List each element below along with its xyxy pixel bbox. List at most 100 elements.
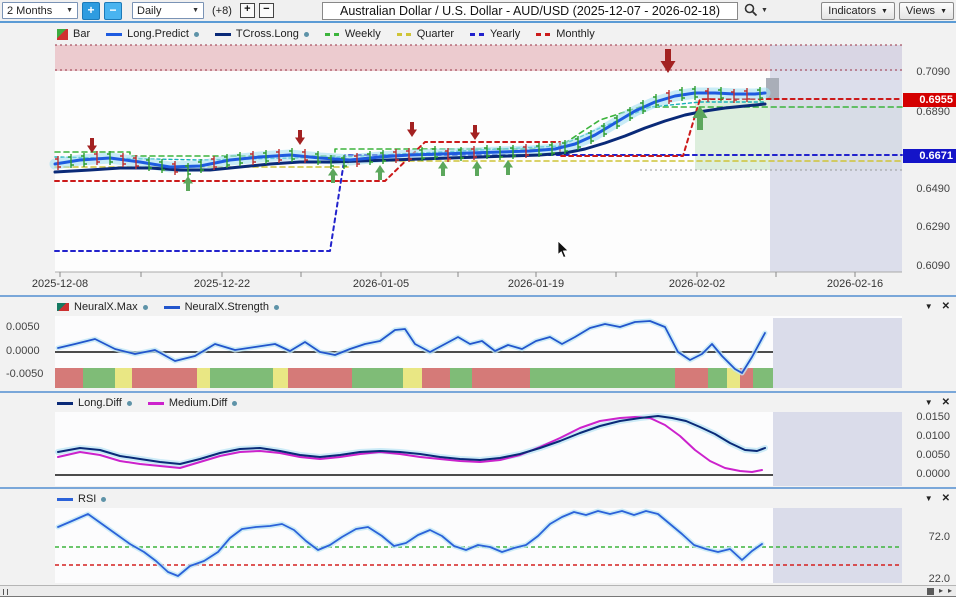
y-axis-label: 0.6890: [916, 106, 950, 119]
x-axis-label: 2026-02-16: [815, 278, 895, 290]
price-badge-yearly-level: 0.6671: [903, 149, 956, 163]
interval-select[interactable]: Daily ▼: [132, 2, 204, 19]
legend-label: Monthly: [556, 28, 595, 40]
legend-label: NeuralX.Max: [74, 301, 138, 313]
rsi-panel-chart[interactable]: [0, 489, 956, 585]
line-swatch-icon: [57, 402, 73, 405]
legend-item-long-diff[interactable]: Long.Diff: [57, 397, 132, 409]
neuralx-max-swatch-icon: [57, 303, 69, 311]
price-badge-predicted-high: 0.6955: [903, 93, 956, 107]
add-bars-button[interactable]: +: [240, 3, 255, 18]
close-panel-icon[interactable]: ✕: [942, 301, 950, 312]
range-select[interactable]: 2 Months ▼: [2, 2, 78, 19]
x-axis-label: 2025-12-22: [182, 278, 262, 290]
zoom-out-button[interactable]: −: [104, 2, 122, 20]
collapse-panel-icon[interactable]: ▼: [925, 398, 933, 407]
indicator-options-dot[interactable]: [127, 401, 132, 406]
y-axis-label: 0.0100: [916, 430, 950, 443]
dash-swatch-icon: [325, 33, 340, 36]
legend-label: Weekly: [345, 28, 381, 40]
indicator-options-dot[interactable]: [274, 305, 279, 310]
indicators-button[interactable]: Indicators ▼: [821, 2, 895, 20]
views-button-label: Views: [906, 5, 935, 17]
panel-divider[interactable]: [0, 295, 956, 297]
search-icon[interactable]: [744, 3, 758, 17]
legend-item-yearly[interactable]: Yearly: [470, 28, 520, 40]
neuralx-legend: NeuralX.Max NeuralX.Strength: [57, 301, 279, 313]
main-chart-legend: Bar Long.Predict TCross.Long Weekly Quar…: [57, 28, 595, 40]
remove-bars-button[interactable]: −: [259, 3, 274, 18]
x-axis-label: 2026-02-02: [657, 278, 737, 290]
y-axis-label: 72.0: [929, 531, 950, 544]
line-swatch-icon: [106, 33, 122, 36]
legend-item-bar[interactable]: Bar: [57, 28, 90, 40]
indicator-options-dot[interactable]: [101, 497, 106, 502]
scrollbar-thumb[interactable]: [927, 588, 934, 595]
chevron-down-icon: ▼: [192, 7, 199, 14]
indicator-options-dot[interactable]: [232, 401, 237, 406]
scroll-right-icon[interactable]: ▸: [939, 586, 943, 596]
legend-item-weekly[interactable]: Weekly: [325, 28, 381, 40]
legend-item-quarter[interactable]: Quarter: [397, 28, 454, 40]
mouse-cursor: [557, 241, 571, 259]
y-axis-label: 0.6090: [916, 260, 950, 273]
chevron-down-icon: ▼: [881, 8, 888, 15]
neuralx-panel-controls: ▼ ✕: [925, 301, 950, 312]
rsi-panel-controls: ▼ ✕: [925, 493, 950, 504]
legend-item-rsi[interactable]: RSI: [57, 493, 106, 505]
indicators-button-label: Indicators: [828, 5, 876, 17]
legend-label: Quarter: [417, 28, 454, 40]
chevron-down-icon: ▼: [66, 7, 73, 14]
bar-swatch-icon: [57, 29, 68, 40]
dash-swatch-icon: [397, 33, 412, 36]
top-toolbar: 2 Months ▼ + − Daily ▼ (+8) + − Australi…: [0, 0, 956, 23]
rsi-legend: RSI: [57, 493, 106, 505]
legend-label: TCross.Long: [236, 28, 299, 40]
indicator-options-dot[interactable]: [304, 32, 309, 37]
indicator-options-dot[interactable]: [194, 32, 199, 37]
legend-item-tcross-long[interactable]: TCross.Long: [215, 28, 309, 40]
legend-item-monthly[interactable]: Monthly: [536, 28, 595, 40]
range-select-value: 2 Months: [7, 5, 52, 17]
bars-offset-label: (+8): [212, 5, 232, 17]
y-axis-label: 0.0000: [6, 345, 40, 358]
zoom-in-button[interactable]: +: [82, 2, 100, 20]
legend-label: Yearly: [490, 28, 520, 40]
legend-item-long-predict[interactable]: Long.Predict: [106, 28, 199, 40]
y-axis-label: 0.0050: [916, 449, 950, 462]
dash-swatch-icon: [536, 33, 551, 36]
legend-item-neuralx-max[interactable]: NeuralX.Max: [57, 301, 148, 313]
legend-item-neuralx-strength[interactable]: NeuralX.Strength: [164, 301, 279, 313]
x-axis-label: 2025-12-08: [20, 278, 100, 290]
scroll-right-end-icon[interactable]: ▸: [948, 586, 952, 596]
chevron-down-icon: ▼: [940, 8, 947, 15]
diff-legend: Long.Diff Medium.Diff: [57, 397, 237, 409]
symbol-title-input[interactable]: Australian Dollar / U.S. Dollar - AUD/US…: [322, 2, 738, 20]
y-axis-label: -0.0050: [6, 368, 43, 381]
line-swatch-icon: [57, 498, 73, 501]
legend-label: Bar: [73, 28, 90, 40]
legend-label: RSI: [78, 493, 96, 505]
scrollbar-left-mark: [3, 589, 4, 595]
legend-label: Medium.Diff: [169, 397, 227, 409]
close-panel-icon[interactable]: ✕: [942, 493, 950, 504]
collapse-panel-icon[interactable]: ▼: [925, 302, 933, 311]
legend-item-medium-diff[interactable]: Medium.Diff: [148, 397, 237, 409]
indicator-options-dot[interactable]: [143, 305, 148, 310]
horizontal-scrollbar[interactable]: ▸ ▸: [0, 585, 956, 597]
views-button[interactable]: Views ▼: [899, 2, 954, 20]
close-panel-icon[interactable]: ✕: [942, 397, 950, 408]
y-axis-label: 0.7090: [916, 66, 950, 79]
panel-divider[interactable]: [0, 391, 956, 393]
main-price-chart[interactable]: [0, 25, 956, 296]
y-axis-label: 0.0000: [916, 468, 950, 481]
legend-label: Long.Diff: [78, 397, 122, 409]
y-axis-label: 0.6290: [916, 221, 950, 234]
legend-label: NeuralX.Strength: [185, 301, 269, 313]
collapse-panel-icon[interactable]: ▼: [925, 494, 933, 503]
panel-divider[interactable]: [0, 487, 956, 489]
x-axis-label: 2026-01-19: [496, 278, 576, 290]
y-axis-label: 0.0150: [916, 411, 950, 424]
line-swatch-icon: [148, 402, 164, 405]
search-dropdown-icon[interactable]: ▼: [761, 7, 768, 14]
